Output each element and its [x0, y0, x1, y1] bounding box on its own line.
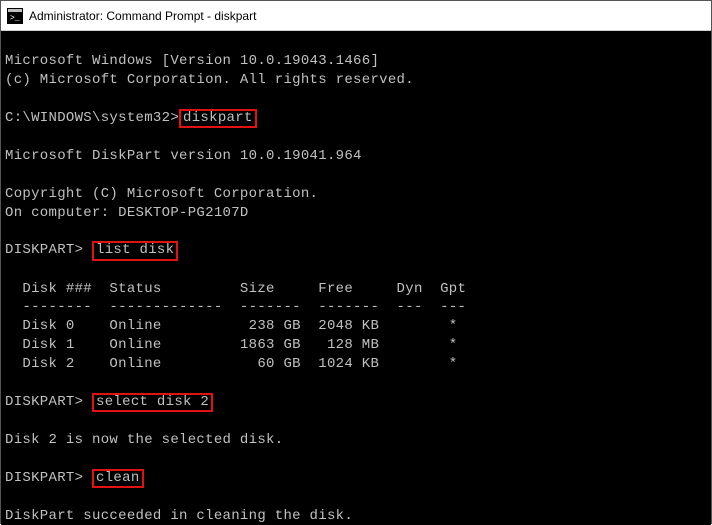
computer-name: On computer: DESKTOP-PG2107D: [5, 205, 249, 221]
diskpart-prompt: DISKPART>: [5, 242, 92, 258]
prompt-system32: C:\WINDOWS\system32>: [5, 110, 179, 126]
os-version-line: Microsoft Windows [Version 10.0.19043.14…: [5, 53, 379, 69]
table-row: Disk 0 Online 238 GB 2048 KB *: [5, 318, 457, 334]
cmd-icon: >_: [7, 8, 23, 24]
diskpart-version: Microsoft DiskPart version 10.0.19041.96…: [5, 148, 362, 164]
diskpart-copyright: Copyright (C) Microsoft Corporation.: [5, 186, 318, 202]
cmd-clean: clean: [92, 469, 144, 488]
terminal-output[interactable]: Microsoft Windows [Version 10.0.19043.14…: [1, 31, 711, 525]
cmd-list-disk: list disk: [92, 241, 178, 260]
diskpart-prompt: DISKPART>: [5, 470, 92, 486]
table-row: Disk 1 Online 1863 GB 128 MB *: [5, 337, 457, 353]
window-title: Administrator: Command Prompt - diskpart: [29, 9, 256, 23]
table-header: Disk ### Status Size Free Dyn Gpt: [5, 281, 466, 297]
diskpart-prompt: DISKPART>: [5, 394, 92, 410]
cmd-select-disk: select disk 2: [92, 393, 213, 412]
msg-clean: DiskPart succeeded in cleaning the disk.: [5, 508, 353, 524]
svg-text:>_: >_: [10, 14, 20, 23]
copyright-line: (c) Microsoft Corporation. All rights re…: [5, 72, 414, 88]
table-separator: -------- ------------- ------- ------- -…: [5, 299, 466, 315]
msg-select: Disk 2 is now the selected disk.: [5, 432, 283, 448]
window-titlebar: >_ Administrator: Command Prompt - diskp…: [1, 1, 711, 31]
cmd-diskpart: diskpart: [179, 109, 257, 128]
table-row: Disk 2 Online 60 GB 1024 KB *: [5, 356, 457, 372]
